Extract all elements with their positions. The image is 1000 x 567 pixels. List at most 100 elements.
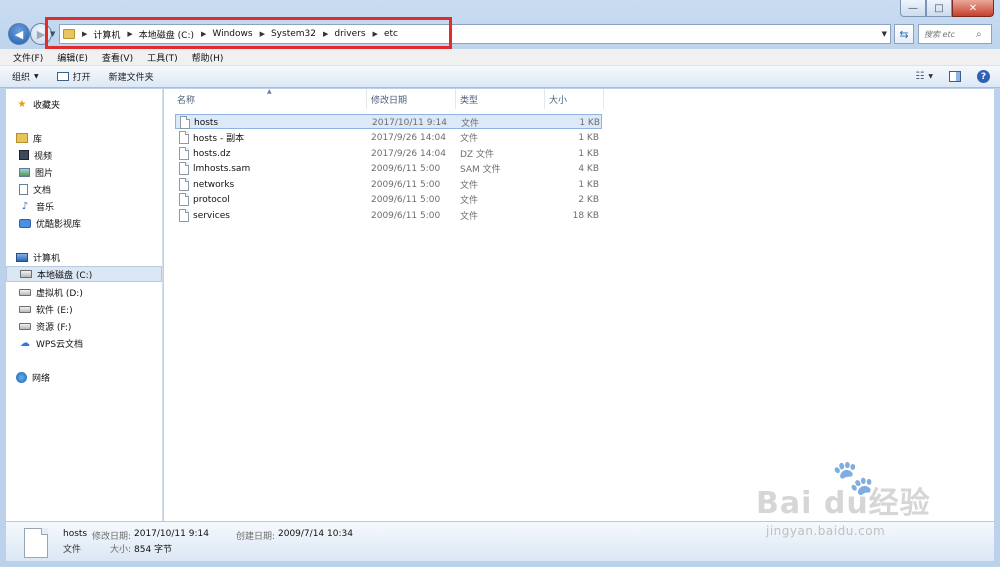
breadcrumb-system32[interactable]: System32	[271, 29, 316, 39]
file-row[interactable]: services 2009/6/11 5:00 文件 18 KB	[175, 208, 602, 223]
youku-library-icon	[19, 218, 31, 228]
breadcrumb-etc[interactable]: etc	[384, 29, 398, 39]
nav-wps-cloud-label: WPS云文档	[36, 339, 84, 350]
recent-pages-dropdown[interactable]: ▼	[50, 30, 55, 38]
navigation-pane: ★ 收藏夹 库 视频 图片 文档 ♪ 音乐 优酷影视库 计算机 本地磁盘 (C:…	[6, 89, 163, 521]
file-modified: 2009/6/11 5:00	[371, 163, 441, 174]
file-icon	[180, 116, 190, 129]
file-modified: 2009/6/11 5:00	[371, 179, 441, 190]
nav-lib-videos[interactable]: 视频	[6, 147, 162, 163]
explorer-window: — □ ✕ ◀ ▶ ▼ ▶ 计算机 ▶ 本地磁盘 (C:) ▶ Windows …	[0, 0, 1000, 567]
address-dropdown-icon[interactable]: ▼	[882, 30, 887, 38]
chevron-right-icon[interactable]: ▶	[323, 30, 328, 38]
drive-icon	[19, 322, 31, 330]
video-icon	[19, 150, 29, 160]
nav-lib-pictures[interactable]: 图片	[6, 164, 162, 180]
breadcrumb-drivers[interactable]: drivers	[334, 29, 365, 39]
file-name: lmhosts.sam	[193, 163, 251, 174]
nav-libraries-label: 库	[33, 134, 43, 145]
chevron-right-icon[interactable]: ▶	[82, 30, 87, 38]
back-button[interactable]: ◀	[8, 23, 30, 45]
close-button[interactable]: ✕	[952, 0, 994, 17]
search-input[interactable]	[924, 29, 976, 39]
column-header-name[interactable]: 名称 ▲	[164, 88, 367, 109]
chevron-right-icon[interactable]: ▶	[201, 30, 206, 38]
file-icon	[179, 162, 189, 175]
file-name: services	[193, 210, 230, 221]
file-size: 1 KB	[578, 179, 599, 190]
picture-icon	[19, 167, 30, 177]
breadcrumb-computer[interactable]: 计算机	[93, 28, 120, 41]
nav-lib-youku-label: 优酷影视库	[36, 219, 82, 230]
network-globe-icon	[16, 371, 27, 383]
nav-network[interactable]: 网络	[6, 369, 162, 385]
nav-drive-c[interactable]: 本地磁盘 (C:)	[6, 266, 162, 282]
file-row[interactable]: hosts 2017/10/11 9:14 文件 1 KB	[175, 114, 602, 129]
arrow-left-icon: ◀	[14, 27, 24, 41]
music-note-icon: ♪	[21, 200, 29, 212]
nav-computer-label: 计算机	[33, 253, 61, 264]
help-icon[interactable]: ?	[977, 70, 990, 83]
nav-lib-music-label: 音乐	[36, 202, 55, 213]
refresh-button[interactable]: ⇆	[894, 24, 914, 44]
details-pane: hosts 文件 修改日期: 2017/10/11 9:14 创建日期: 200…	[6, 521, 994, 561]
file-name: hosts	[194, 117, 219, 128]
file-row[interactable]: hosts - 副本 2017/9/26 14:04 文件 1 KB	[175, 130, 602, 145]
chevron-right-icon[interactable]: ▶	[127, 30, 132, 38]
menu-bar: 文件(F) 编辑(E) 查看(V) 工具(T) 帮助(H)	[0, 49, 1000, 66]
nav-lib-youku[interactable]: 优酷影视库	[6, 215, 162, 231]
nav-libraries[interactable]: 库	[6, 130, 162, 146]
nav-drive-f[interactable]: 资源 (F:)	[6, 318, 162, 334]
file-row[interactable]: networks 2009/6/11 5:00 文件 1 KB	[175, 177, 602, 192]
column-header-size[interactable]: 大小	[545, 89, 604, 109]
forward-button[interactable]: ▶	[30, 23, 52, 45]
organize-button[interactable]: 组织 ▼	[12, 70, 39, 83]
chevron-right-icon[interactable]: ▶	[373, 30, 378, 38]
file-list-pane: 名称 ▲ 修改日期 类型 大小 hosts 2017/10/11 9:14 文件…	[164, 88, 994, 521]
folder-icon	[63, 29, 75, 39]
view-dropdown-icon[interactable]: ▼	[928, 73, 933, 80]
menu-help[interactable]: 帮助(H)	[185, 51, 231, 64]
file-size: 18 KB	[572, 210, 599, 221]
command-bar: 组织 ▼ 打开 新建文件夹 ☷ ▼ ?	[0, 66, 1000, 88]
column-header-type[interactable]: 类型	[456, 89, 545, 109]
preview-pane-icon[interactable]	[949, 71, 961, 82]
star-icon: ★	[17, 98, 27, 110]
view-options-icon[interactable]: ☷	[915, 71, 924, 82]
nav-computer[interactable]: 计算机	[6, 249, 162, 265]
nav-lib-documents[interactable]: 文档	[6, 181, 162, 197]
menu-tools[interactable]: 工具(T)	[140, 51, 185, 64]
search-box[interactable]: ⌕	[918, 24, 992, 44]
chevron-right-icon[interactable]: ▶	[260, 30, 265, 38]
new-folder-label: 新建文件夹	[108, 73, 154, 83]
menu-file[interactable]: 文件(F)	[6, 51, 50, 64]
nav-favorites[interactable]: ★ 收藏夹	[6, 96, 162, 112]
nav-lib-music[interactable]: ♪ 音乐	[6, 198, 162, 214]
menu-view[interactable]: 查看(V)	[95, 51, 140, 64]
file-type: 文件	[460, 212, 479, 222]
file-row[interactable]: hosts.dz 2017/9/26 14:04 DZ 文件 1 KB	[175, 146, 602, 161]
open-button[interactable]: 打开	[56, 70, 91, 83]
file-name: hosts - 副本	[193, 134, 245, 144]
minimize-button[interactable]: —	[900, 0, 926, 17]
new-folder-button[interactable]: 新建文件夹	[109, 70, 154, 83]
breadcrumb-c-drive[interactable]: 本地磁盘 (C:)	[139, 28, 194, 41]
details-file-type: 文件	[63, 545, 82, 555]
details-modified-value: 2017/10/11 9:14	[134, 529, 209, 539]
nav-wps-cloud[interactable]: ☁ WPS云文档	[6, 335, 162, 351]
column-header-modified[interactable]: 修改日期	[367, 89, 456, 109]
nav-drive-d[interactable]: 虚拟机 (D:)	[6, 284, 162, 300]
open-label: 打开	[72, 73, 91, 83]
address-bar[interactable]: ▶ 计算机 ▶ 本地磁盘 (C:) ▶ Windows ▶ System32 ▶…	[59, 24, 891, 44]
menu-edit[interactable]: 编辑(E)	[50, 51, 95, 64]
file-row[interactable]: lmhosts.sam 2009/6/11 5:00 SAM 文件 4 KB	[175, 161, 602, 176]
library-icon	[16, 133, 28, 143]
breadcrumb-windows[interactable]: Windows	[212, 29, 252, 39]
file-row[interactable]: protocol 2009/6/11 5:00 文件 2 KB	[175, 192, 602, 207]
nav-drive-e[interactable]: 软件 (E:)	[6, 301, 162, 317]
nav-drive-f-label: 资源 (F:)	[36, 322, 72, 333]
maximize-button[interactable]: □	[926, 0, 952, 17]
file-icon	[179, 131, 189, 144]
nav-drive-e-label: 软件 (E:)	[36, 305, 73, 316]
search-icon[interactable]: ⌕	[976, 29, 982, 40]
